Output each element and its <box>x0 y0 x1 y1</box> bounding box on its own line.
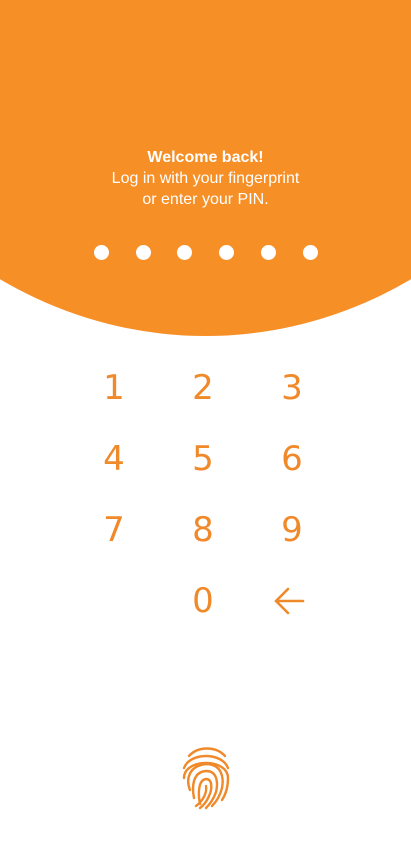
key-6[interactable]: 6 <box>252 429 332 489</box>
pin-dot <box>303 245 318 260</box>
pin-dot <box>177 245 192 260</box>
pin-dot <box>219 245 234 260</box>
pin-dot <box>261 245 276 260</box>
key-9[interactable]: 9 <box>252 500 332 560</box>
fingerprint-icon <box>182 747 230 810</box>
key-0[interactable]: 0 <box>163 571 243 631</box>
pin-indicator <box>0 245 411 261</box>
header-text: Welcome back! Log in with your fingerpri… <box>0 147 411 210</box>
fingerprint-button[interactable] <box>180 744 232 810</box>
backspace-button[interactable] <box>249 571 329 631</box>
key-2[interactable]: 2 <box>163 358 243 418</box>
instruction-line-1: Log in with your fingerprint <box>111 170 300 187</box>
pin-login-screen: Welcome back! Log in with your fingerpri… <box>0 0 411 868</box>
pin-dot <box>136 245 151 260</box>
instruction-line-2: or enter your PIN. <box>142 191 269 208</box>
arrow-left-icon <box>274 587 305 615</box>
key-8[interactable]: 8 <box>163 500 243 560</box>
pin-dot <box>94 245 109 260</box>
welcome-title: Welcome back! <box>147 149 264 166</box>
key-5[interactable]: 5 <box>163 429 243 489</box>
key-1[interactable]: 1 <box>74 358 154 418</box>
key-3[interactable]: 3 <box>252 358 332 418</box>
key-7[interactable]: 7 <box>74 500 154 560</box>
key-4[interactable]: 4 <box>74 429 154 489</box>
